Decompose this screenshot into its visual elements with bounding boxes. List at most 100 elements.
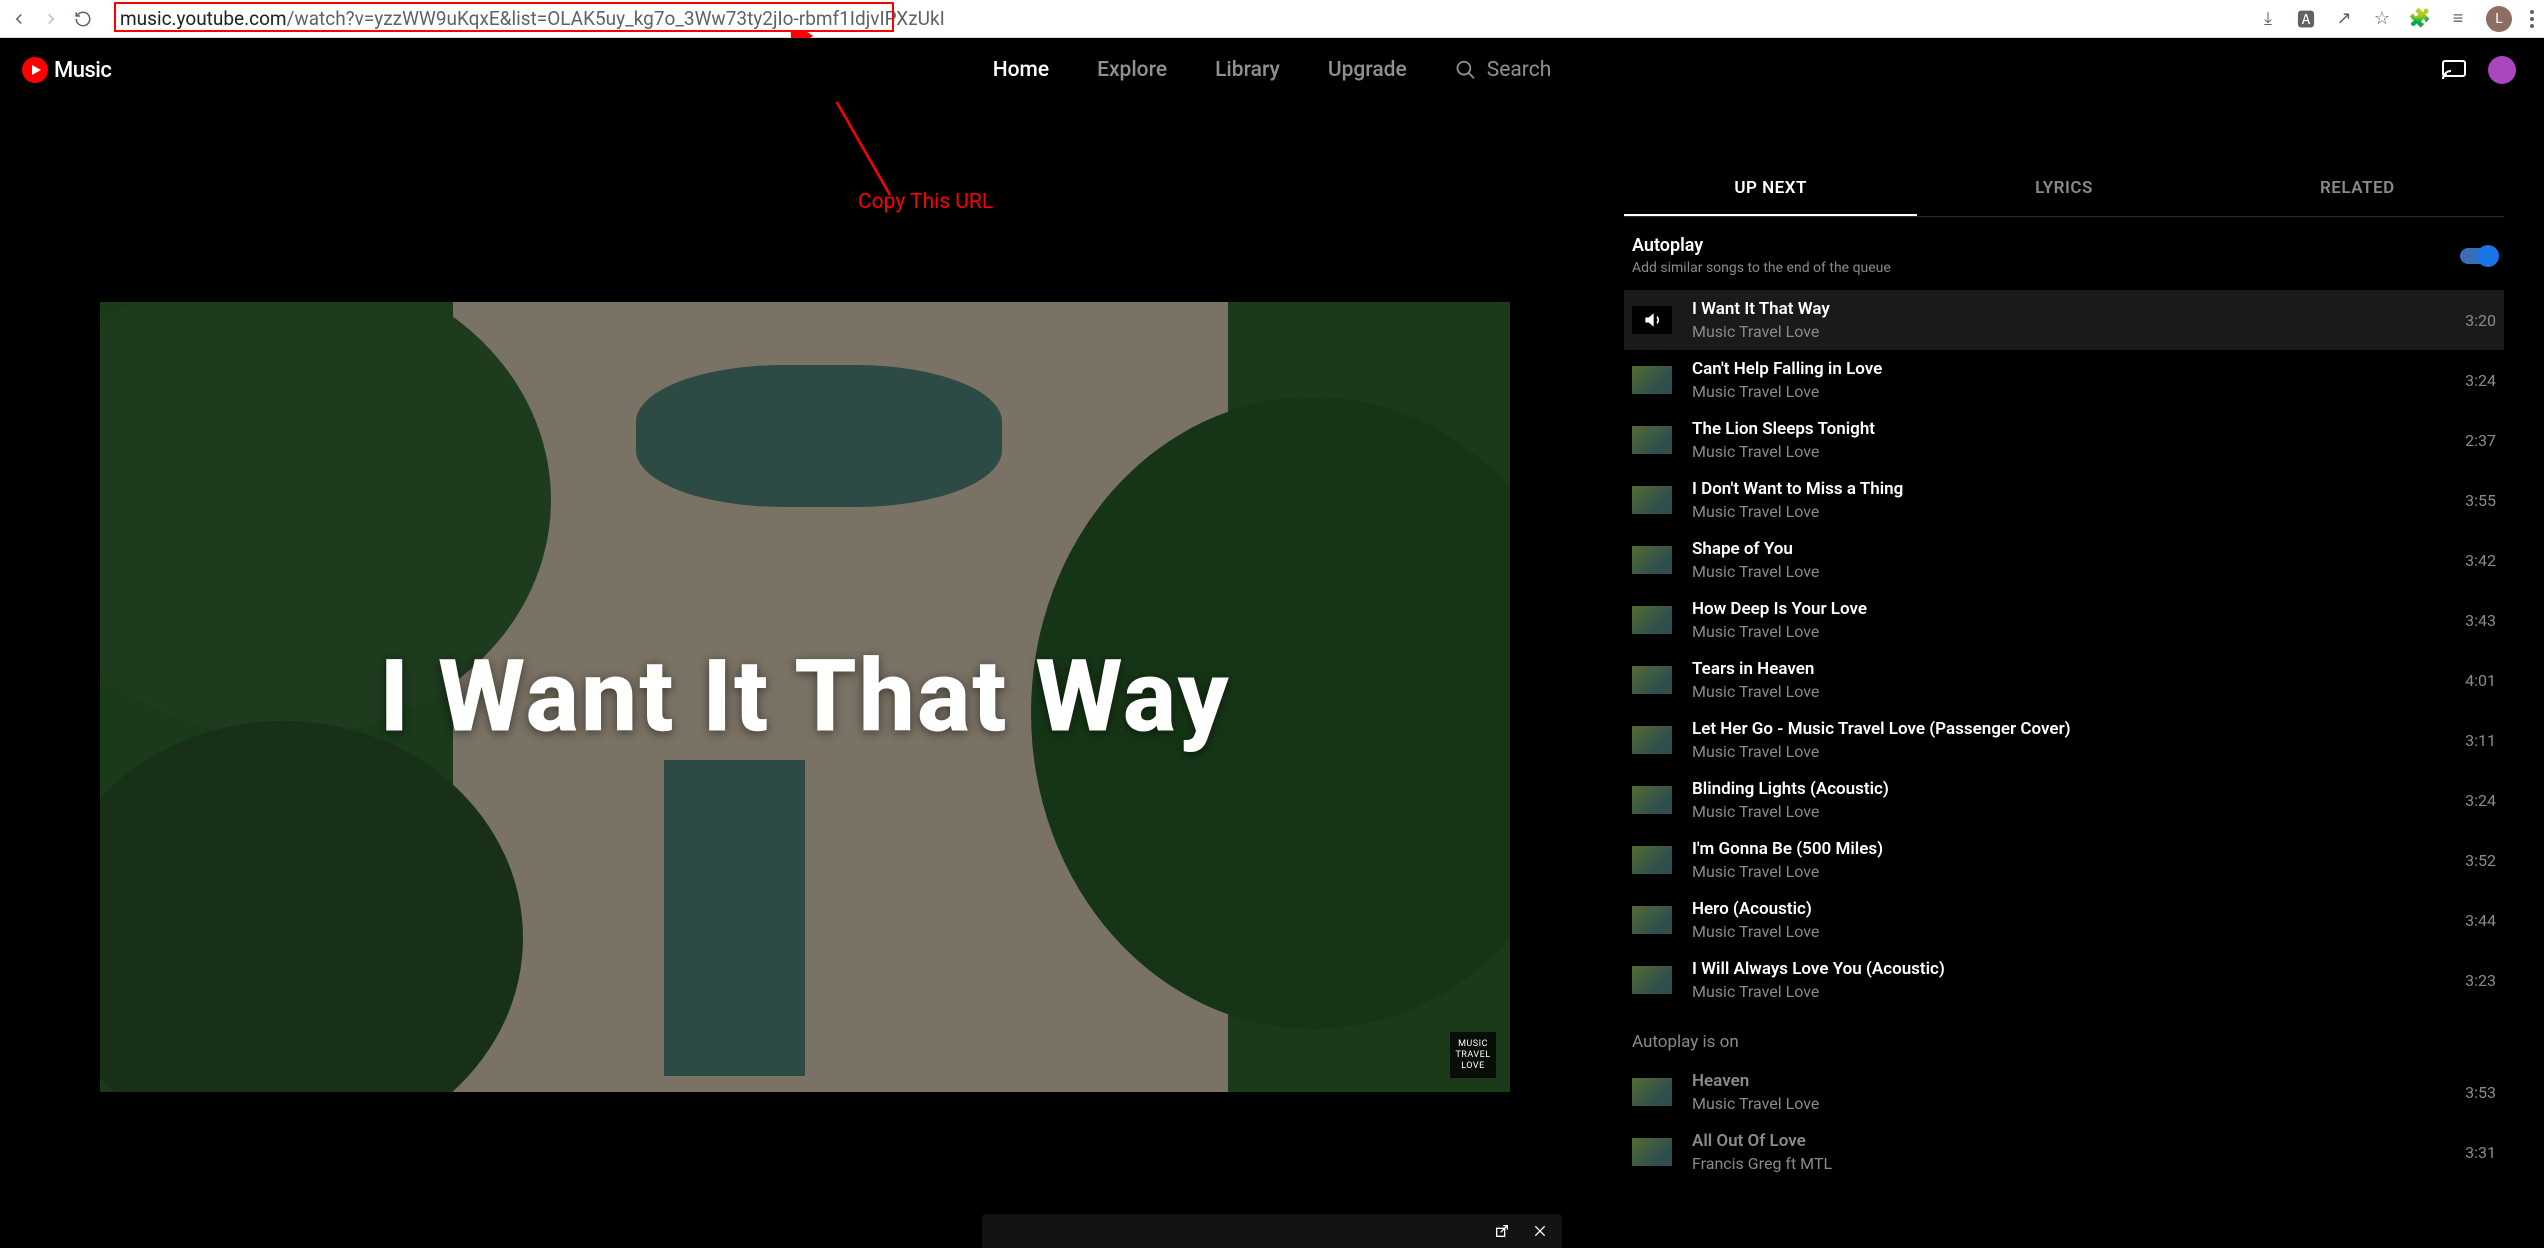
tab-lyrics[interactable]: LYRICS <box>1917 162 2210 216</box>
queue-item[interactable]: I'm Gonna Be (500 Miles)Music Travel Lov… <box>1624 830 2504 890</box>
track-artist: Music Travel Love <box>1692 622 2445 641</box>
track-duration: 4:01 <box>2465 671 2496 690</box>
side-tabs: UP NEXT LYRICS RELATED <box>1624 162 2504 217</box>
share-icon[interactable]: ↗ <box>2334 9 2354 29</box>
track-artist: Music Travel Love <box>1692 1094 2445 1113</box>
queue-item[interactable]: Hero (Acoustic) Music Travel Love 3:44 <box>1624 890 2504 950</box>
extensions-icon[interactable]: 🧩 <box>2410 9 2430 29</box>
address-bar[interactable]: music.youtube.com/watch?v=yzzWW9uKqxE&li… <box>120 7 945 30</box>
channel-badge: MUSIC TRAVEL LOVE <box>1450 1032 1496 1078</box>
track-duration: 3:42 <box>2465 551 2496 570</box>
queue-item[interactable]: Tears in HeavenMusic Travel Love4:01 <box>1624 650 2504 710</box>
queue-item[interactable]: Heaven Music Travel Love 3:53 <box>1624 1062 2504 1122</box>
track-artist: Music Travel Love <box>1692 322 2445 341</box>
queue-item[interactable]: Shape of You Music Travel Love 3:42 <box>1624 530 2504 590</box>
side-panel: UP NEXT LYRICS RELATED Autoplay Add simi… <box>1624 102 2544 1248</box>
track-thumbnail <box>1632 726 1672 754</box>
autoplay-section-header: Autoplay is on <box>1624 1010 2504 1062</box>
tab-related[interactable]: RELATED <box>2211 162 2504 216</box>
track-thumbnail <box>1632 786 1672 814</box>
queue-item[interactable]: The Lion Sleeps Tonight Music Travel Love… <box>1624 410 2504 470</box>
track-artist: Francis Greg ft MTL <box>1692 1154 2445 1173</box>
track-duration: 3:53 <box>2465 1083 2496 1102</box>
track-thumbnail <box>1632 426 1672 454</box>
queue-item[interactable]: I Will Always Love You (Acoustic) Music T… <box>1624 950 2504 1010</box>
url-path: /watch?v=yzzWW9uKqxE&list=OLAK5uy_kg7o_3… <box>287 7 945 30</box>
autoplay-toggle[interactable] <box>2460 248 2496 264</box>
track-duration: 3:11 <box>2465 731 2496 750</box>
queue-item[interactable]: Blinding Lights (Acoustic) Music Travel L… <box>1624 770 2504 830</box>
reading-list-icon[interactable]: ≡ <box>2448 9 2468 29</box>
track-duration: 3:31 <box>2465 1143 2496 1162</box>
autoplay-queue-list: Heaven Music Travel Love 3:53 All Out Of Lo… <box>1624 1062 2504 1182</box>
track-thumbnail <box>1632 1138 1672 1166</box>
track-title: All Out Of Love <box>1692 1131 2445 1151</box>
translate-icon[interactable]: 🅰 <box>2296 9 2316 29</box>
close-icon[interactable] <box>1532 1223 1548 1239</box>
forward-icon[interactable] <box>42 10 60 28</box>
nav-upgrade[interactable]: Upgrade <box>1328 58 1407 82</box>
track-artist: Music Travel Love <box>1692 802 2445 821</box>
install-icon[interactable]: ⤓ <box>2258 9 2278 29</box>
track-title: Heaven <box>1692 1071 2445 1091</box>
track-title: Shape of You <box>1692 539 2445 559</box>
track-title: I Don't Want to Miss a Thing <box>1692 479 2445 499</box>
search-label: Search <box>1487 58 1552 82</box>
track-duration: 3:24 <box>2465 791 2496 810</box>
track-title: I'm Gonna Be (500 Miles) <box>1692 839 2445 859</box>
queue-item[interactable]: Can't Help Falling in LoveMusic Travel L… <box>1624 350 2504 410</box>
track-duration: 2:37 <box>2465 431 2496 450</box>
url-host: music.youtube.com <box>120 7 287 30</box>
search-button[interactable]: Search <box>1455 58 1552 82</box>
queue-item[interactable]: How Deep Is Your LoveMusic Travel Love3:… <box>1624 590 2504 650</box>
nav-home[interactable]: Home <box>993 58 1049 82</box>
mini-overlay-bar <box>982 1214 1562 1248</box>
browser-toolbar: music.youtube.com/watch?v=yzzWW9uKqxE&li… <box>0 0 2544 38</box>
queue-item[interactable]: All Out Of Love Francis Greg ft MTL 3:31 <box>1624 1122 2504 1182</box>
track-title: How Deep Is Your Love <box>1692 599 2445 619</box>
video-player[interactable]: I Want It That Way MUSIC TRAVEL LOVE <box>100 302 1510 1092</box>
track-title: Hero (Acoustic) <box>1692 899 2445 919</box>
track-artist: Music Travel Love <box>1692 682 2445 701</box>
queue-item[interactable]: Let Her Go - Music Travel Love (Passenge… <box>1624 710 2504 770</box>
speaker-icon <box>1632 306 1672 334</box>
video-title-overlay: I Want It That Way <box>379 639 1230 756</box>
logo[interactable]: Music <box>22 57 111 83</box>
track-title: Blinding Lights (Acoustic) <box>1692 779 2445 799</box>
user-avatar[interactable] <box>2488 56 2516 84</box>
track-thumbnail <box>1632 666 1672 694</box>
track-artist: Music Travel Love <box>1692 922 2445 941</box>
track-title: I Will Always Love You (Acoustic) <box>1692 959 2445 979</box>
nav-library[interactable]: Library <box>1215 58 1280 82</box>
track-duration: 3:44 <box>2465 911 2496 930</box>
reload-icon[interactable] <box>74 10 92 28</box>
kebab-menu-icon[interactable] <box>2530 10 2534 28</box>
track-duration: 3:20 <box>2465 311 2496 330</box>
track-duration: 3:55 <box>2465 491 2496 510</box>
track-thumbnail <box>1632 546 1672 574</box>
search-icon <box>1455 59 1477 81</box>
tab-up-next[interactable]: UP NEXT <box>1624 162 1917 216</box>
track-artist: Music Travel Love <box>1692 562 2445 581</box>
nav-explore[interactable]: Explore <box>1097 58 1167 82</box>
queue-item[interactable]: I Want It That WayMusic Travel Love3:20 <box>1624 290 2504 350</box>
track-artist: Music Travel Love <box>1692 442 2445 461</box>
app-header: Music Home Explore Library Upgrade Searc… <box>0 38 2544 102</box>
track-artist: Music Travel Love <box>1692 502 2445 521</box>
autoplay-subtitle: Add similar songs to the end of the queu… <box>1632 260 1891 276</box>
track-artist: Music Travel Love <box>1692 382 2445 401</box>
queue-item[interactable]: I Don't Want to Miss a Thing Music Travel… <box>1624 470 2504 530</box>
track-artist: Music Travel Love <box>1692 982 2445 1001</box>
profile-avatar[interactable]: L <box>2486 6 2512 32</box>
bookmark-icon[interactable]: ☆ <box>2372 9 2392 29</box>
back-icon[interactable] <box>10 10 28 28</box>
autoplay-row: Autoplay Add similar songs to the end of… <box>1624 217 2504 290</box>
track-thumbnail <box>1632 366 1672 394</box>
cast-icon[interactable] <box>2442 60 2466 80</box>
logo-icon <box>22 57 48 83</box>
browser-actions: ⤓ 🅰 ↗ ☆ 🧩 ≡ L <box>2258 6 2534 32</box>
track-thumbnail <box>1632 966 1672 994</box>
track-thumbnail <box>1632 486 1672 514</box>
open-external-icon[interactable] <box>1494 1223 1510 1239</box>
track-title: The Lion Sleeps Tonight <box>1692 419 2445 439</box>
